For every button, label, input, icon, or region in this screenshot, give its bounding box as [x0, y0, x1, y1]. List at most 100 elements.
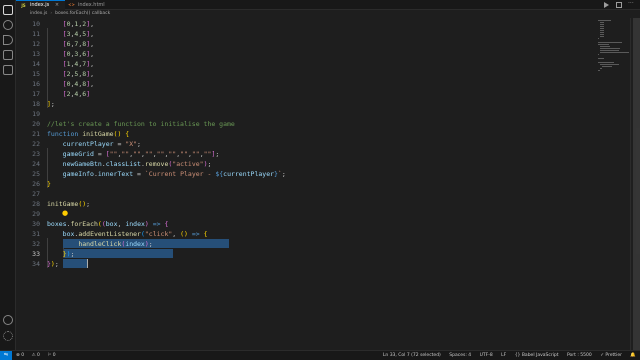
- code-line[interactable]: 26}: [16, 179, 610, 189]
- code-line[interactable]: 31 box.addEventListener("click", () => {: [16, 229, 610, 239]
- code-text: [0,4,8],: [62, 80, 95, 88]
- status-right-items: Ln 33, Col 7 (72 selected) Spaces: 4 UTF…: [376, 351, 636, 360]
- minimap[interactable]: [596, 18, 630, 350]
- close-icon[interactable]: ×: [55, 2, 59, 8]
- status-bar: ⇋ ⊗ 0 ⚠ 0 ⚐ 0 Ln 33, Col 7 (72 selected)…: [0, 350, 640, 360]
- minimap-line: [600, 68, 602, 69]
- line-number: 17: [32, 90, 40, 98]
- prettier-status[interactable]: ✓ Prettier: [600, 353, 622, 358]
- code-line[interactable]: 30 boxes.forEach((box, index) => {: [16, 219, 610, 229]
- code-text: }: [47, 180, 51, 188]
- code-line[interactable]: 14 [1,4,7],: [16, 59, 610, 69]
- javascript-file-icon: JS: [21, 3, 26, 8]
- tab-index-html[interactable]: <> index.html: [64, 0, 111, 10]
- code-text: [3,4,5],: [62, 30, 95, 38]
- errors-count: ⊗ 0: [16, 353, 25, 358]
- line-number: 34: [32, 260, 40, 268]
- code-line[interactable]: 15 [2,5,8],: [16, 69, 610, 79]
- line-number: 30: [32, 220, 40, 228]
- indentation[interactable]: Spaces: 4: [449, 353, 471, 358]
- minimap-line: [602, 66, 612, 67]
- encoding[interactable]: UTF-8: [480, 353, 493, 358]
- minimap-line: [600, 50, 619, 51]
- minimap-line: [600, 32, 604, 33]
- code-line[interactable]: 24 newGameBtn.classList.remove("active")…: [16, 159, 610, 169]
- status-problems[interactable]: ⊗ 0 ⚠ 0 ⚐ 0: [16, 351, 62, 360]
- more-actions-icon[interactable]: ···: [628, 1, 634, 8]
- code-text: });: [47, 260, 59, 268]
- remote-icon[interactable]: ⇋: [0, 351, 12, 360]
- vertical-scrollbar[interactable]: [630, 18, 640, 350]
- source-control-icon[interactable]: [3, 35, 13, 45]
- code-text: initGame();: [47, 200, 91, 208]
- code-line[interactable]: 10 [0,1,2],: [16, 19, 610, 29]
- code-line[interactable]: 32 handleClick(index);: [16, 239, 610, 249]
- code-text: [1,4,7],: [62, 60, 95, 68]
- line-number: 24: [32, 160, 40, 168]
- code-line[interactable]: 13 [0,3,6],: [16, 49, 610, 59]
- extensions-icon[interactable]: [3, 65, 13, 75]
- tab-label: index.js: [30, 2, 50, 8]
- tab-index-js[interactable]: JS index.js ×: [16, 0, 66, 10]
- activity-bar: [0, 0, 16, 350]
- code-line[interactable]: 29: [16, 209, 610, 219]
- search-icon[interactable]: [3, 20, 13, 30]
- code-text: //let's create a function to initialise …: [47, 120, 235, 128]
- code-line[interactable]: 11 [3,4,5],: [16, 29, 610, 39]
- split-editor-icon[interactable]: [616, 2, 622, 8]
- bell-icon[interactable]: 🔔: [630, 353, 636, 358]
- code-text: [2,5,8],: [62, 70, 95, 78]
- breadcrumb-file[interactable]: index.js: [30, 11, 47, 16]
- info-count: ⚐ 0: [47, 353, 56, 358]
- line-number: 32: [32, 240, 40, 248]
- chevron-right-icon: ›: [50, 11, 53, 16]
- code-line[interactable]: 21 function initGame() {: [16, 129, 610, 139]
- minimap-line: [600, 30, 604, 31]
- minimap-line: [600, 48, 620, 49]
- code-line[interactable]: 19: [16, 109, 610, 119]
- code-line[interactable]: 16 [0,4,8],: [16, 79, 610, 89]
- code-text: [6,7,8],: [62, 40, 95, 48]
- breadcrumb: index.js › boxes.forEach() callback: [16, 10, 616, 18]
- run-debug-icon[interactable]: [3, 50, 13, 60]
- code-line[interactable]: 18];: [16, 99, 610, 109]
- code-line[interactable]: 12 [6,7,8],: [16, 39, 610, 49]
- code-text: handleClick(index);: [78, 240, 153, 248]
- minimap-line: [600, 34, 604, 35]
- code-line[interactable]: 17 [2,4,6]: [16, 89, 610, 99]
- live-server-port[interactable]: Port : 5500: [567, 353, 592, 358]
- scrollbar-thumb[interactable]: [633, 18, 640, 350]
- account-icon[interactable]: [3, 315, 13, 325]
- tab-label: index.html: [78, 2, 105, 8]
- code-text: currentPlayer = "X";: [62, 140, 141, 148]
- line-ending[interactable]: LF: [501, 353, 506, 358]
- cursor-position[interactable]: Ln 33, Col 7 (72 selected): [383, 353, 441, 358]
- code-text: [0,3,6],: [62, 50, 95, 58]
- line-number: 28: [32, 200, 40, 208]
- code-line[interactable]: 34});: [16, 259, 610, 269]
- code-text: boxes.forEach((box, index) => {: [47, 220, 169, 228]
- code-line[interactable]: 27: [16, 189, 610, 199]
- code-line[interactable]: 33 });: [16, 249, 610, 259]
- minimap-line: [600, 28, 604, 29]
- minimap-line: [600, 64, 619, 65]
- line-number: 23: [32, 150, 40, 158]
- run-icon[interactable]: [604, 2, 609, 8]
- language-mode[interactable]: {} Babel JavaScript: [515, 353, 559, 358]
- code-line[interactable]: 25 gameInfo.innerText = `Current Player …: [16, 169, 610, 179]
- code-line[interactable]: 23 gameGrid = ["","","","","","","","","…: [16, 149, 610, 159]
- code-text: gameGrid = ["","","","","","","","",""];: [62, 150, 220, 158]
- editor-tab-bar: JS index.js × <> index.html ···: [16, 0, 640, 10]
- code-line[interactable]: 22 currentPlayer = "X";: [16, 139, 610, 149]
- minimap-line: [598, 70, 600, 71]
- code-line[interactable]: 20 //let's create a function to initialis…: [16, 119, 610, 129]
- line-number: 16: [32, 80, 40, 88]
- code-editor[interactable]: ● 9const winningPositions = [10 [0,1,2],…: [16, 18, 610, 350]
- code-line[interactable]: 28 initGame();: [16, 199, 610, 209]
- breadcrumb-symbol[interactable]: boxes.forEach() callback: [55, 11, 110, 16]
- settings-gear-icon[interactable]: [3, 331, 13, 341]
- line-number: 27: [32, 190, 40, 198]
- minimap-line: [598, 20, 611, 21]
- html-file-icon: <>: [68, 2, 75, 7]
- explorer-icon[interactable]: [3, 5, 13, 15]
